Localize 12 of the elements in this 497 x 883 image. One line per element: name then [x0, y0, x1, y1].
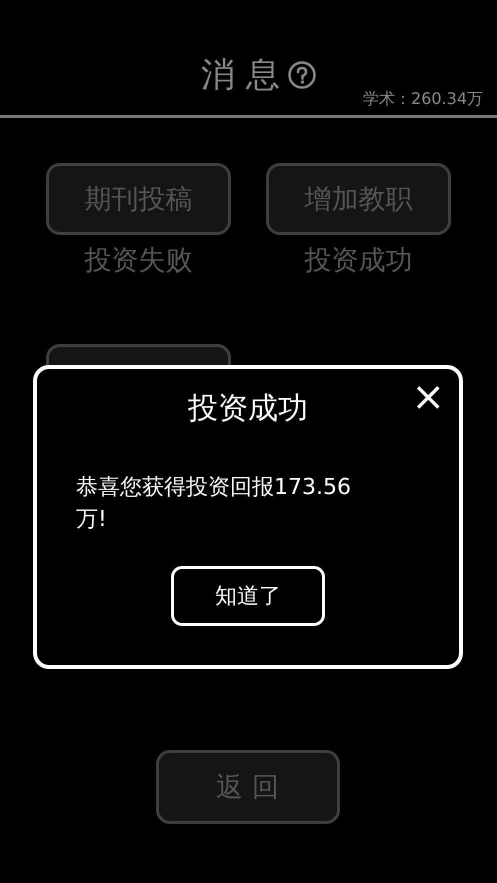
close-button[interactable]: × [407, 377, 449, 417]
back-button[interactable]: 返 回 [156, 750, 340, 824]
dialog-title: 投资成功 [188, 390, 308, 428]
dialog-message: 恭喜您获得投资回报173.56万! [76, 474, 352, 534]
academic-score: 学术：260.34万 [363, 88, 483, 110]
page-title: 消 息 [201, 54, 280, 97]
result-text: 投资失败 [84, 244, 192, 278]
result-text: 投资成功 [304, 244, 412, 278]
action-button[interactable]: 期刊投稿 [46, 163, 231, 235]
help-icon[interactable] [288, 61, 316, 89]
action-button[interactable]: 增加教职 [266, 163, 451, 235]
confirm-button[interactable]: 知道了 [171, 566, 325, 626]
